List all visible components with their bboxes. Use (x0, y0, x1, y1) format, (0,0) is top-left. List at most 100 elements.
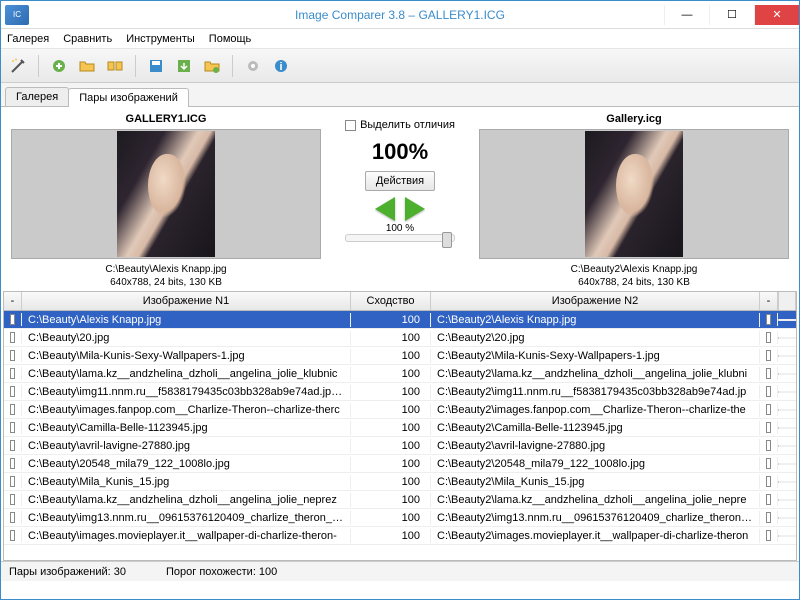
row-image1: C:\Beauty\lama.kz__andzhelina_dzholi__an… (22, 493, 351, 507)
table-row[interactable]: C:\Beauty\20.jpg100C:\Beauty2\20.jpg (4, 329, 796, 347)
col-check-left[interactable]: - (4, 292, 22, 310)
col-image1[interactable]: Изображение N1 (22, 292, 351, 310)
row-checkbox-left[interactable] (4, 421, 22, 434)
row-scroll-gutter (778, 481, 796, 483)
scrollbar-head (778, 292, 796, 310)
wand-icon[interactable] (7, 55, 29, 77)
row-similarity: 100 (351, 313, 431, 327)
row-image2: C:\Beauty2\20548_mila79_122_1008lo.jpg (431, 457, 760, 471)
row-checkbox-left[interactable] (4, 457, 22, 470)
row-checkbox-left[interactable] (4, 439, 22, 452)
statusbar: Пары изображений: 30 Порог похожести: 10… (1, 561, 799, 581)
row-similarity: 100 (351, 511, 431, 525)
row-scroll-gutter (778, 499, 796, 501)
window-title: Image Comparer 3.8 – GALLERY1.ICG (1, 8, 799, 22)
row-checkbox-right[interactable] (760, 403, 778, 416)
info-icon[interactable]: i (270, 55, 292, 77)
row-image1: C:\Beauty\images.movieplayer.it__wallpap… (22, 529, 351, 543)
row-checkbox-left[interactable] (4, 475, 22, 488)
table-row[interactable]: C:\Beauty\Alexis Knapp.jpg100C:\Beauty2\… (4, 311, 796, 329)
table-row[interactable]: C:\Beauty\Camilla-Belle-1123945.jpg100C:… (4, 419, 796, 437)
right-image[interactable] (479, 129, 789, 259)
col-similarity[interactable]: Сходство (351, 292, 431, 310)
row-image1: C:\Beauty\img13.nnm.ru__09615376120409_c… (22, 511, 351, 525)
row-checkbox-right[interactable] (760, 421, 778, 434)
col-image2[interactable]: Изображение N2 (431, 292, 760, 310)
table-row[interactable]: C:\Beauty\Mila_Kunis_15.jpg100C:\Beauty2… (4, 473, 796, 491)
browse-icon[interactable] (201, 55, 223, 77)
table-row[interactable]: C:\Beauty\images.fanpop.com__Charlize-Th… (4, 401, 796, 419)
table-row[interactable]: C:\Beauty\lama.kz__andzhelina_dzholi__an… (4, 491, 796, 509)
left-image[interactable] (11, 129, 321, 259)
row-checkbox-left[interactable] (4, 529, 22, 542)
table-row[interactable]: C:\Beauty\img11.nnm.ru__f5838179435c03bb… (4, 383, 796, 401)
settings-icon[interactable] (242, 55, 264, 77)
row-image2: C:\Beauty2\20.jpg (431, 331, 760, 345)
compare-galleries-icon[interactable] (104, 55, 126, 77)
menubar: Галерея Сравнить Инструменты Помощь (1, 29, 799, 49)
row-image2: C:\Beauty2\Alexis Knapp.jpg (431, 313, 760, 327)
left-image-path: C:\Beauty\Alexis Knapp.jpg (11, 263, 321, 276)
row-checkbox-left[interactable] (4, 349, 22, 362)
row-checkbox-right[interactable] (760, 475, 778, 488)
row-scroll-gutter (778, 463, 796, 465)
right-gallery-title: Gallery.icg (479, 113, 789, 125)
open-folder-icon[interactable] (76, 55, 98, 77)
actions-button[interactable]: Действия (365, 171, 435, 191)
prev-arrow-icon[interactable] (375, 197, 395, 221)
row-checkbox-right[interactable] (760, 493, 778, 506)
row-checkbox-left[interactable] (4, 313, 22, 326)
row-image1: C:\Beauty\avril-lavigne-27880.jpg (22, 439, 351, 453)
row-checkbox-right[interactable] (760, 385, 778, 398)
row-checkbox-left[interactable] (4, 511, 22, 524)
table-row[interactable]: C:\Beauty\20548_mila79_122_1008lo.jpg100… (4, 455, 796, 473)
row-checkbox-right[interactable] (760, 313, 778, 326)
highlight-diff-checkbox[interactable] (345, 120, 356, 131)
row-similarity: 100 (351, 421, 431, 435)
row-scroll-gutter (778, 319, 796, 321)
add-gallery-icon[interactable] (48, 55, 70, 77)
table-row[interactable]: C:\Beauty\avril-lavigne-27880.jpg100C:\B… (4, 437, 796, 455)
row-image2: C:\Beauty2\avril-lavigne-27880.jpg (431, 439, 760, 453)
export-icon[interactable] (173, 55, 195, 77)
row-image1: C:\Beauty\20.jpg (22, 331, 351, 345)
row-checkbox-right[interactable] (760, 511, 778, 524)
row-checkbox-left[interactable] (4, 367, 22, 380)
row-checkbox-left[interactable] (4, 493, 22, 506)
row-image2: C:\Beauty2\img11.nnm.ru__f5838179435c03b… (431, 385, 760, 399)
row-similarity: 100 (351, 385, 431, 399)
menu-help[interactable]: Помощь (209, 33, 252, 45)
table-row[interactable]: C:\Beauty\lama.kz__andzhelina_dzholi__an… (4, 365, 796, 383)
row-checkbox-left[interactable] (4, 403, 22, 416)
row-similarity: 100 (351, 475, 431, 489)
tab-pairs[interactable]: Пары изображений (68, 88, 189, 107)
row-image2: C:\Beauty2\img13.nnm.ru__09615376120409_… (431, 511, 760, 525)
save-icon[interactable] (145, 55, 167, 77)
row-checkbox-right[interactable] (760, 439, 778, 452)
row-checkbox-right[interactable] (760, 367, 778, 380)
tab-gallery[interactable]: Галерея (5, 87, 69, 106)
threshold-slider[interactable] (345, 234, 455, 242)
compare-area: GALLERY1.ICG C:\Beauty\Alexis Knapp.jpg … (1, 107, 799, 291)
menu-tools[interactable]: Инструменты (126, 33, 195, 45)
col-check-right[interactable]: - (760, 292, 778, 310)
row-checkbox-left[interactable] (4, 331, 22, 344)
next-arrow-icon[interactable] (405, 197, 425, 221)
pairs-grid: - Изображение N1 Сходство Изображение N2… (3, 291, 797, 561)
row-checkbox-right[interactable] (760, 529, 778, 542)
row-checkbox-right[interactable] (760, 349, 778, 362)
row-checkbox-right[interactable] (760, 457, 778, 470)
slider-percent: 100 % (325, 223, 475, 234)
row-checkbox-right[interactable] (760, 331, 778, 344)
menu-gallery[interactable]: Галерея (7, 33, 49, 45)
tabstrip: Галерея Пары изображений (1, 83, 799, 107)
row-image2: C:\Beauty2\images.movieplayer.it__wallpa… (431, 529, 760, 543)
table-row[interactable]: C:\Beauty\Mila-Kunis-Sexy-Wallpapers-1.j… (4, 347, 796, 365)
table-row[interactable]: C:\Beauty\images.movieplayer.it__wallpap… (4, 527, 796, 545)
row-image2: C:\Beauty2\Mila-Kunis-Sexy-Wallpapers-1.… (431, 349, 760, 363)
menu-compare[interactable]: Сравнить (63, 33, 112, 45)
table-row[interactable]: C:\Beauty\img13.nnm.ru__09615376120409_c… (4, 509, 796, 527)
toolbar: i (1, 49, 799, 83)
center-panel: Выделить отличия 100% Действия 100 % (325, 113, 475, 289)
row-checkbox-left[interactable] (4, 385, 22, 398)
